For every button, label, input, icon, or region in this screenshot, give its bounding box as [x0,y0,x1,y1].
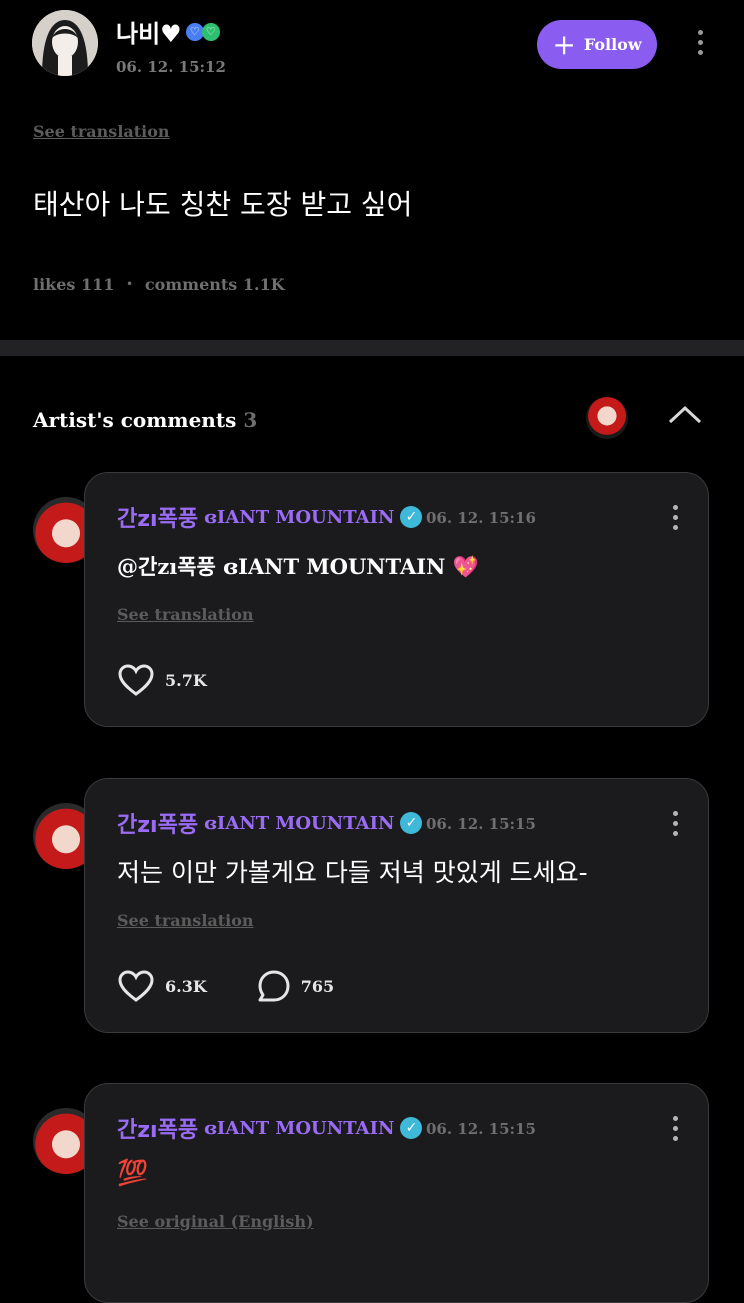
comments-label: comments [144,275,238,294]
speech-bubble-icon [258,970,290,1002]
likes-stat[interactable]: likes 111 [33,275,114,294]
author-avatar[interactable] [32,10,98,76]
artist-comments-title: Artist's comments 3 [33,408,257,432]
comment-more-icon[interactable] [665,505,685,530]
likes-count: 111 [81,275,115,294]
plus-icon: + [552,27,576,61]
comment-card: 간zı폭풍 ɞIANT MOUNTAIN ✓ 06. 12. 15:15 💯 S… [84,1083,709,1303]
author-name-text: 나비♥ [116,20,182,48]
comment-see-translation-link[interactable]: See translation [117,911,254,930]
post-time: 06. 12. 15:12 [116,58,226,76]
post-stats: likes 111 • comments 1.1K [33,275,285,294]
commenter-name[interactable]: 간zı폭풍 ɞIANT MOUNTAIN ✓ [117,807,423,839]
like-count: 5.7K [165,670,207,690]
comment-time: 06. 12. 15:15 [426,1120,536,1138]
commenter-name[interactable]: 간zı폭풍 ɞIANT MOUNTAIN ✓ [117,501,423,533]
verified-icon: ✓ [400,812,423,834]
post-body: 태산아 나도 칭찬 도장 받고 싶어 [33,188,413,221]
like-button[interactable]: 6.3K [117,969,207,1003]
reply-count: 765 [300,976,335,996]
verified-icon: ✓ [400,1117,423,1139]
heart-badge-icon: ♡ [201,22,220,41]
chevron-up-icon[interactable] [666,400,704,430]
post-see-translation-link[interactable]: See translation [33,122,170,141]
section-divider [0,340,744,356]
comment-more-icon[interactable] [665,1116,685,1141]
like-count: 6.3K [165,976,207,996]
comment-actions: 5.7K [117,663,207,697]
follow-button[interactable]: + Follow [537,20,657,69]
comment-see-translation-link[interactable]: See translation [117,605,254,624]
commenter-name-en: ɞIANT MOUNTAIN [204,506,395,528]
commenter-name-en: ɞIANT MOUNTAIN [204,812,395,834]
follow-label: Follow [583,35,642,54]
artist-avatar[interactable] [586,397,628,439]
post-header: 나비♥ ♡ ♡ 06. 12. 15:12 + Follow [0,0,744,100]
commenter-name-en: ɞIANT MOUNTAIN [204,1117,395,1139]
commenter-name-ko: 간zı폭풍 [117,507,199,532]
author-name[interactable]: 나비♥ ♡ ♡ [116,14,220,49]
comment-card: 간zı폭풍 ɞIANT MOUNTAIN ✓ 06. 12. 15:15 저는 … [84,778,709,1033]
heart-badge-icon: ♡ [185,22,204,41]
comment-time: 06. 12. 15:15 [426,815,536,833]
section-count: 3 [243,408,258,432]
commenter-name-ko: 간zı폭풍 [117,1118,199,1143]
verified-icon: ✓ [400,506,423,528]
comment-see-original-link[interactable]: See original (English) [117,1212,314,1231]
comments-stat[interactable]: comments 1.1K [145,275,285,294]
likes-label: likes [33,275,76,294]
comment-body: 💯 [117,1158,149,1187]
comments-count: 1.1K [242,275,285,294]
comment-actions: 6.3K 765 [117,969,334,1003]
commenter-name-ko: 간zı폭풍 [117,813,199,838]
like-button[interactable]: 5.7K [117,663,207,697]
comment-body: @간zı폭풍 ɞIANT MOUNTAIN 💖 [117,554,479,579]
reply-button[interactable]: 765 [257,969,334,1003]
heart-icon [118,664,154,696]
comment-body: 저는 이만 가볼게요 다들 저녁 맛있게 드세요- [117,858,588,887]
commenter-name[interactable]: 간zı폭풍 ɞIANT MOUNTAIN ✓ [117,1112,423,1144]
stat-separator: • [126,279,133,290]
comment-card: 간zı폭풍 ɞIANT MOUNTAIN ✓ 06. 12. 15:16 @간z… [84,472,709,727]
comment-time: 06. 12. 15:16 [426,509,536,527]
post-more-icon[interactable] [690,30,710,55]
heart-icon [118,970,154,1002]
section-title-text: Artist's comments [33,408,237,432]
comment-more-icon[interactable] [665,811,685,836]
